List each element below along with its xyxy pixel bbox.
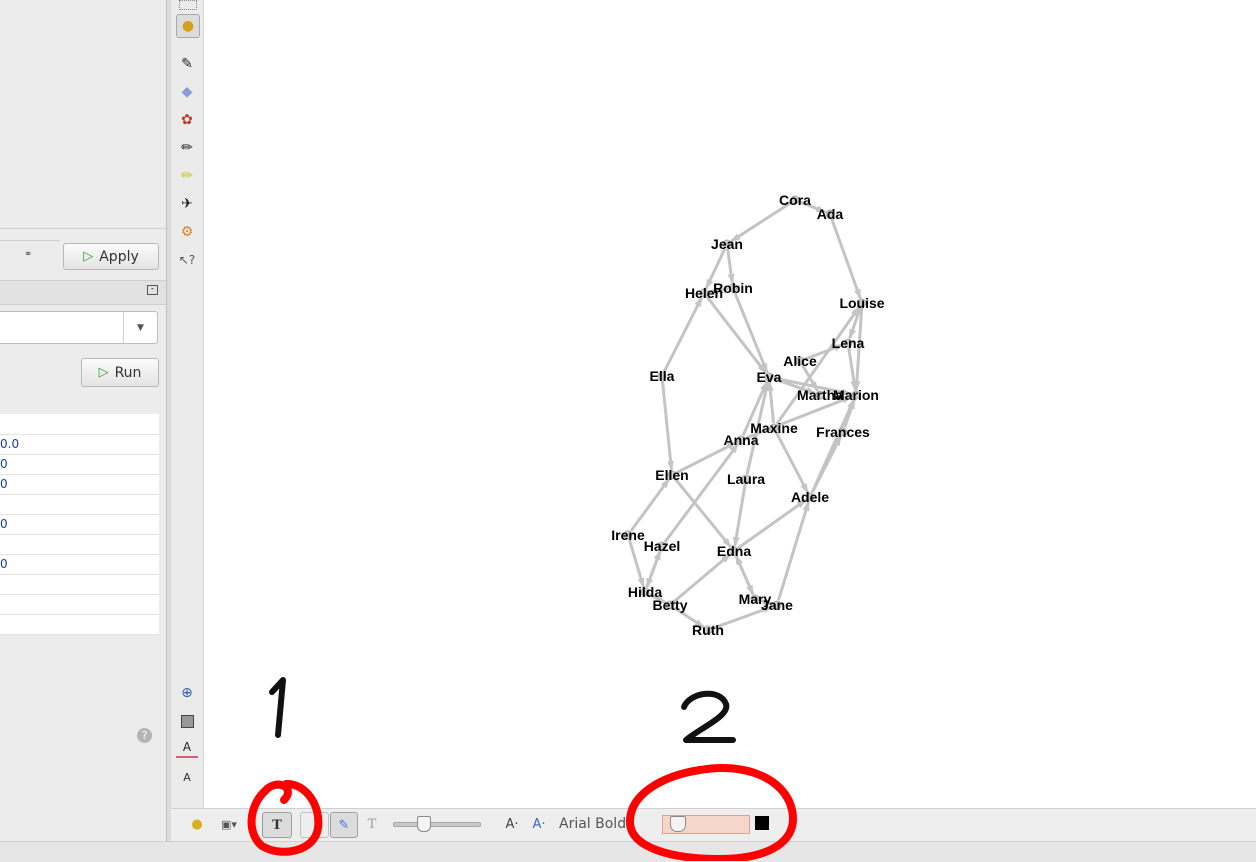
annotation-label-1: 1	[272, 734, 273, 736]
annotation-overlay: 1 2	[247, 677, 797, 861]
highlight-circle-1	[247, 780, 323, 856]
annotation-stroke-1	[269, 677, 286, 738]
annotation-stroke-2	[681, 690, 736, 743]
highlight-circle-2	[625, 763, 797, 861]
